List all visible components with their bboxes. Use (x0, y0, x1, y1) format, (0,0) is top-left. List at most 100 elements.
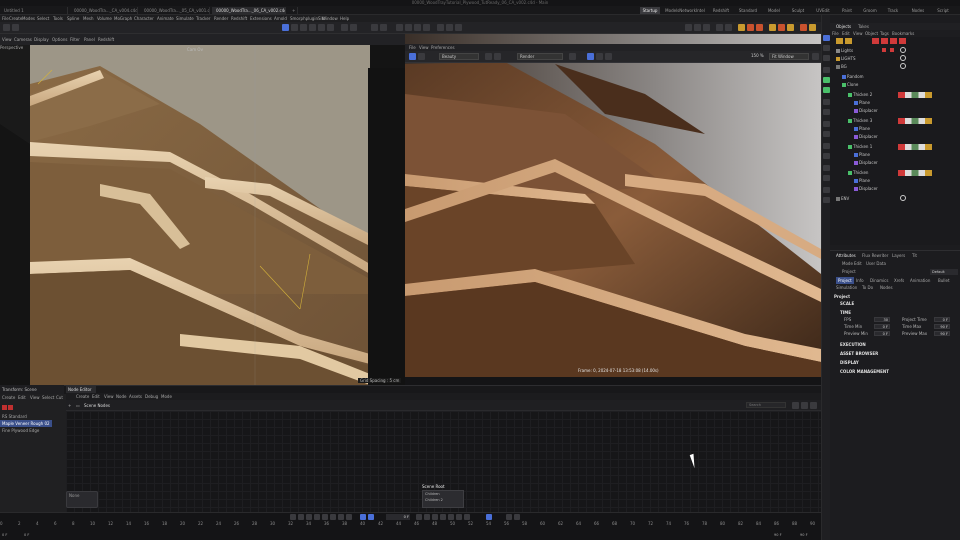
section-scale[interactable]: SCALE (840, 301, 854, 306)
mat-menu-select[interactable]: Select (42, 394, 54, 401)
menu-tracker[interactable]: Tracker (196, 15, 210, 22)
subtab-project[interactable]: Project (836, 277, 854, 284)
attr-menu-edit[interactable]: Edit (854, 260, 862, 267)
tab-objects[interactable]: Objects (836, 23, 851, 30)
project-time-input[interactable]: 0 F (934, 317, 950, 322)
object-row[interactable]: Thicken 1 (830, 143, 960, 151)
timeline-settings-icon[interactable] (514, 514, 520, 520)
ne-layout-icon[interactable] (801, 402, 808, 409)
section-execution[interactable]: EXECUTION (840, 342, 866, 347)
light-icon[interactable] (738, 24, 745, 31)
next-frame-icon[interactable] (330, 514, 336, 520)
attr-menu-userdata[interactable]: User Data (866, 260, 886, 267)
menu-mograph[interactable]: MoGraph (114, 15, 132, 22)
tab-layers[interactable]: Layers (892, 252, 905, 259)
material-tags[interactable] (898, 118, 932, 124)
deformer-icon[interactable] (725, 24, 732, 31)
zoom-level[interactable]: 150 % (751, 53, 764, 58)
box-select-icon[interactable] (823, 45, 830, 51)
key-position-icon[interactable] (416, 514, 422, 520)
menu-mesh[interactable]: Mesh (83, 15, 94, 22)
material-swatch-2-icon[interactable] (8, 405, 13, 410)
preview-max-input[interactable]: 90 F (934, 331, 950, 336)
grid-icon[interactable] (823, 187, 830, 193)
weld-icon[interactable] (823, 109, 830, 115)
disabled-3-icon[interactable] (900, 63, 906, 69)
menu-smorph[interactable]: SmorphpluginSite (290, 15, 326, 22)
object-row[interactable]: Displacer (830, 185, 960, 193)
pixel-icon[interactable] (605, 53, 612, 60)
layout-tab-models[interactable]: ModelsNetworkIntel (664, 7, 706, 14)
mat-menu-edit[interactable]: Edit (18, 394, 26, 401)
key-point-icon[interactable] (456, 514, 462, 520)
object-row[interactable]: Plane (830, 125, 960, 133)
rs-area-icon[interactable] (800, 24, 807, 31)
obj-menu-tags[interactable]: Tags (880, 30, 889, 37)
obj-menu-bookmarks[interactable]: Bookmarks (892, 30, 914, 37)
snapshot-icon[interactable] (569, 53, 576, 60)
prev-frame-icon[interactable] (306, 514, 312, 520)
menu-create[interactable]: Create (9, 15, 22, 22)
workplane-icon[interactable] (423, 24, 430, 31)
attr-menu-mode[interactable]: Mode (842, 260, 853, 267)
timeline[interactable]: 0 F 0 2 4 6 8 10 12 14 16 18 20 22 24 26… (0, 512, 821, 540)
rotate-tool-icon[interactable] (300, 24, 307, 31)
rv-menu-preferences[interactable]: Preferences (431, 44, 455, 51)
scale-tool-icon[interactable] (291, 24, 298, 31)
vp-menu-options[interactable]: Options (52, 36, 67, 43)
axis-y-icon[interactable] (350, 24, 357, 31)
menu-modes[interactable]: Modes (22, 15, 35, 22)
add-node-icon[interactable]: + (68, 402, 71, 409)
disabled-2-icon[interactable] (900, 55, 906, 61)
obj-menu-edit[interactable]: Edit (842, 30, 850, 37)
subtab-simulation[interactable]: Simulation (836, 284, 857, 291)
node-search-input[interactable]: Search (746, 402, 786, 408)
settings-gear-icon[interactable] (812, 53, 819, 60)
lock-icon[interactable] (596, 53, 603, 60)
preview-end-field[interactable]: 90 F (800, 533, 818, 539)
layout-tab-sculpt[interactable]: Sculpt (788, 7, 808, 14)
motion-clip-icon[interactable] (506, 514, 512, 520)
rv-menu-file[interactable]: File (409, 44, 416, 51)
section-asset-browser[interactable]: ASSET BROWSER (840, 351, 878, 356)
menu-window[interactable]: Window (322, 15, 338, 22)
snap-icon[interactable] (414, 24, 421, 31)
camera-value[interactable]: Ov (197, 47, 203, 52)
render-select[interactable]: Render (517, 53, 563, 60)
node-editor-tab[interactable]: Node Editor (66, 386, 96, 393)
obj-menu-file[interactable]: File (832, 30, 839, 37)
doc-tab-woodtray-05[interactable]: 00000_WoodTra..._05_CA_v001.c4d (140, 7, 210, 14)
object-row[interactable]: Displacer (830, 133, 960, 141)
ne-menu-node[interactable]: Node (116, 393, 126, 400)
layout-tab-paint[interactable]: Paint (838, 7, 856, 14)
menu-volume[interactable]: Volume (97, 15, 112, 22)
camera-icon[interactable] (747, 24, 754, 31)
menu-simulate[interactable]: Simulate (176, 15, 194, 22)
object-row[interactable]: Thicken (830, 169, 960, 177)
subtab-todo[interactable]: To Do (862, 284, 873, 291)
filter-icon[interactable] (836, 38, 843, 44)
object-row[interactable]: Plane (830, 177, 960, 185)
rs-sun-icon[interactable] (787, 24, 794, 31)
layout-tab-standard[interactable]: Standard (736, 7, 760, 14)
polygons-mode-icon[interactable] (396, 24, 403, 31)
object-row[interactable]: Displacer (830, 159, 960, 167)
section-color-management[interactable]: COLOR MANAGEMENT (840, 369, 889, 374)
preview-min-input[interactable]: 0 F (874, 331, 890, 336)
doc-tab-untitled[interactable]: Untitled 1 (0, 7, 68, 14)
menu-spline[interactable]: Spline (67, 15, 79, 22)
object-row[interactable]: Displacer (830, 107, 960, 115)
layout-tab-startup[interactable]: Startup (640, 7, 660, 14)
fit-window-select[interactable]: Fit Window (769, 53, 809, 60)
lasso-icon[interactable] (823, 55, 830, 61)
autokey-icon[interactable] (368, 514, 374, 520)
stop-render-icon[interactable] (418, 53, 425, 60)
menu-extensions[interactable]: Extensions (250, 15, 272, 22)
rs-dome-icon[interactable] (778, 24, 785, 31)
layout-tab-script[interactable]: Script (932, 7, 954, 14)
scene-root-node[interactable]: Scene Root Children Children 2 (422, 483, 464, 512)
object-row[interactable]: Plane (830, 151, 960, 159)
transform-scene-tab[interactable]: Transform: Scene (0, 385, 64, 394)
go-to-end-icon[interactable] (346, 514, 352, 520)
menu-help[interactable]: Help (340, 15, 349, 22)
